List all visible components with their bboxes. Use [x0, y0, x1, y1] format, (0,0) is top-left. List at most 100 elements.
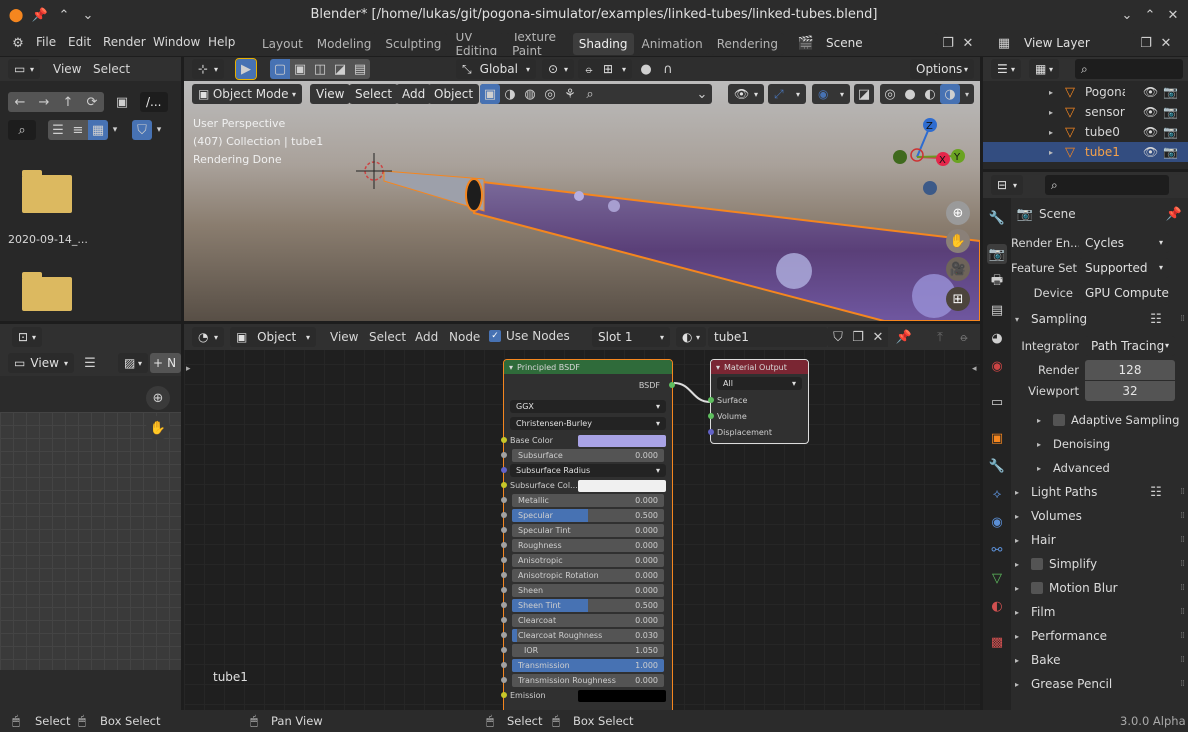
outliner-row[interactable]: ▸ ▽ Pogona 👁 📷	[983, 82, 1188, 102]
filter-icon[interactable]: ⛉	[132, 120, 152, 140]
xray-icon[interactable]: ◪	[854, 84, 874, 104]
denoising-subpanel[interactable]: ▸ Denoising	[1011, 432, 1188, 456]
material-tab-icon[interactable]: ◐	[987, 596, 1007, 616]
tab-animation[interactable]: Animation	[635, 33, 709, 55]
short-list-icon[interactable]: ≡	[68, 120, 88, 140]
forward-icon[interactable]: →	[32, 92, 56, 112]
select-subtract-icon[interactable]: ◫	[310, 59, 330, 79]
tab-uv-editing[interactable]: UV Editing	[449, 33, 505, 55]
transform-orientation-dropdown[interactable]: ⤡ Global ▾	[456, 59, 536, 79]
sphere-icon[interactable]: ◑	[500, 84, 520, 104]
select-extend-icon[interactable]: ▣	[290, 59, 310, 79]
path-button[interactable]: /...	[140, 92, 168, 112]
delete-view-layer-icon[interactable]: ✕	[1156, 33, 1176, 53]
view-object-types-dropdown[interactable]: 👁 ▾	[728, 84, 764, 104]
material-output-node[interactable]: ▾ Material Output All ▾ Surface Volume Di…	[708, 359, 809, 444]
select-invert-icon[interactable]: ◪	[330, 59, 350, 79]
tab-shading[interactable]: Shading	[572, 33, 634, 55]
tab-sculpting[interactable]: Sculpting	[379, 33, 448, 55]
bsdf-output-socket[interactable]	[669, 382, 675, 388]
visibility-eye-icon[interactable]: 👁	[1143, 105, 1158, 119]
close-icon[interactable]: ✕	[1163, 5, 1183, 25]
drag-grip-icon[interactable]: ⁞⁞	[1180, 679, 1185, 689]
drag-grip-icon[interactable]: ⁞⁞	[1180, 655, 1185, 665]
viewport-menu-view[interactable]: View	[310, 84, 351, 104]
presets-list-icon[interactable]: ☷	[1146, 482, 1166, 502]
color-swatch[interactable]	[578, 689, 666, 702]
object-tab-icon[interactable]: ▣	[987, 428, 1007, 448]
right-expand-arrow[interactable]: ◂	[972, 364, 977, 374]
blender-menu-icon[interactable]: ⚙	[8, 33, 28, 53]
collection-tab-icon[interactable]: ▭	[987, 392, 1007, 412]
snap-icon[interactable]: ⦵	[954, 327, 974, 347]
outliner-search-field[interactable]: ⌕	[1075, 59, 1183, 79]
device-dropdown[interactable]: GPU Compute▾	[1079, 282, 1169, 303]
node-menu-select[interactable]: Select	[369, 330, 406, 344]
panel-enable-checkbox[interactable]	[1031, 558, 1043, 570]
integrator-dropdown[interactable]: Path Tracing ▾	[1085, 335, 1175, 356]
menu-view[interactable]: View	[53, 62, 81, 76]
modifier-tab-icon[interactable]: 🔧	[987, 456, 1007, 476]
drag-grip-icon[interactable]: ⁞⁞	[1180, 535, 1185, 545]
node-menu-view[interactable]: View	[330, 330, 358, 344]
input-socket[interactable]	[501, 482, 507, 488]
viewport-samples-field[interactable]: 32	[1085, 381, 1175, 401]
new-image-button[interactable]: + N	[150, 353, 181, 373]
file-item[interactable]: 2020-09-14_...	[8, 170, 98, 253]
mode-dropdown[interactable]: ▣ Object Mode ▾	[192, 84, 302, 104]
select-intersect-icon[interactable]: ▤	[350, 59, 370, 79]
maximize-icon[interactable]: ⌃	[1140, 5, 1160, 25]
view-mode-dropdown[interactable]: ▭ View ▾	[8, 353, 74, 373]
delete-scene-icon[interactable]: ✕	[958, 33, 978, 53]
volume-socket[interactable]	[708, 413, 714, 419]
input-socket[interactable]	[501, 587, 507, 593]
editor-type-dropdown[interactable]: ⊡ ▾	[12, 327, 42, 347]
input-socket[interactable]	[501, 467, 507, 473]
left-expand-arrow[interactable]: ▸	[186, 364, 191, 374]
select-new-icon[interactable]: ▢	[270, 59, 290, 79]
input-socket[interactable]	[501, 527, 507, 533]
drag-grip-icon[interactable]: ⁞⁞	[1180, 314, 1185, 324]
expand-arrow-icon[interactable]: ▸	[1049, 88, 1053, 97]
tab-rendering[interactable]: Rendering	[710, 33, 784, 55]
principled-bsdf-node[interactable]: ▾ Principled BSDF BSDF GGX ▾ Christensen-…	[501, 359, 675, 710]
display-mode-dropdown[interactable]: ▦ ▾	[1029, 59, 1059, 79]
slot-dropdown[interactable]: Slot 1 ▾	[592, 327, 670, 347]
list-view-icon[interactable]: ☰	[48, 120, 68, 140]
tool-tab-icon[interactable]: 🔧	[987, 208, 1007, 228]
physics-tab-icon[interactable]: ◉	[987, 512, 1007, 532]
display-settings-icon[interactable]: ▾	[108, 120, 122, 140]
menu-select[interactable]: Select	[93, 62, 130, 76]
render-camera-icon[interactable]: 📷	[1163, 85, 1178, 99]
hamburger-menu-icon[interactable]: ☰	[80, 353, 100, 373]
rendered-icon[interactable]: ◑	[940, 84, 960, 104]
view-layer-field[interactable]: View Layer	[1018, 33, 1136, 53]
parent-node-tree-icon[interactable]: ⤒	[930, 327, 950, 347]
input-socket[interactable]	[501, 572, 507, 578]
editor-type-dropdown[interactable]: ◔ ▾	[192, 327, 224, 347]
visibility-eye-icon[interactable]: 👁	[1143, 145, 1158, 159]
pin-icon[interactable]: 📌	[1164, 204, 1184, 224]
drag-grip-icon[interactable]: ⁞⁞	[1180, 559, 1185, 569]
outliner-row[interactable]: ▸ ▽ tube1 👁 📷	[983, 142, 1188, 162]
select-tool-icon[interactable]: ▶	[235, 58, 257, 80]
material-browse-dropdown[interactable]: ◐ ▾	[676, 327, 706, 347]
menu-render[interactable]: Render	[103, 35, 146, 49]
filter-settings-icon[interactable]: ▾	[152, 120, 166, 140]
camera-view-icon[interactable]: 🎥	[946, 257, 970, 281]
outliner-row[interactable]: ▸ ▽ tube0 👁 📷	[983, 122, 1188, 142]
adaptive-sampling-subpanel[interactable]: ▸ Adaptive Sampling	[1011, 408, 1188, 432]
render-engine-dropdown[interactable]: Cycles ▾	[1079, 232, 1169, 253]
input-socket[interactable]	[501, 557, 507, 563]
world-icon[interactable]: ◍	[520, 84, 540, 104]
duplicate-material-icon[interactable]: ❐	[848, 327, 868, 347]
view-layer-selector[interactable]: ▦ View Layer ❐ ✕	[990, 33, 1186, 53]
image-canvas[interactable]	[0, 412, 181, 670]
editor-type-dropdown[interactable]: ▭ ▾	[8, 59, 40, 79]
input-socket[interactable]	[501, 602, 507, 608]
displacement-socket[interactable]	[708, 429, 714, 435]
input-socket[interactable]	[501, 512, 507, 518]
refresh-icon[interactable]: ⟳	[80, 92, 104, 112]
drag-grip-icon[interactable]: ⁞⁞	[1180, 511, 1185, 521]
ortho-grid-icon[interactable]: ⊞	[946, 287, 970, 311]
